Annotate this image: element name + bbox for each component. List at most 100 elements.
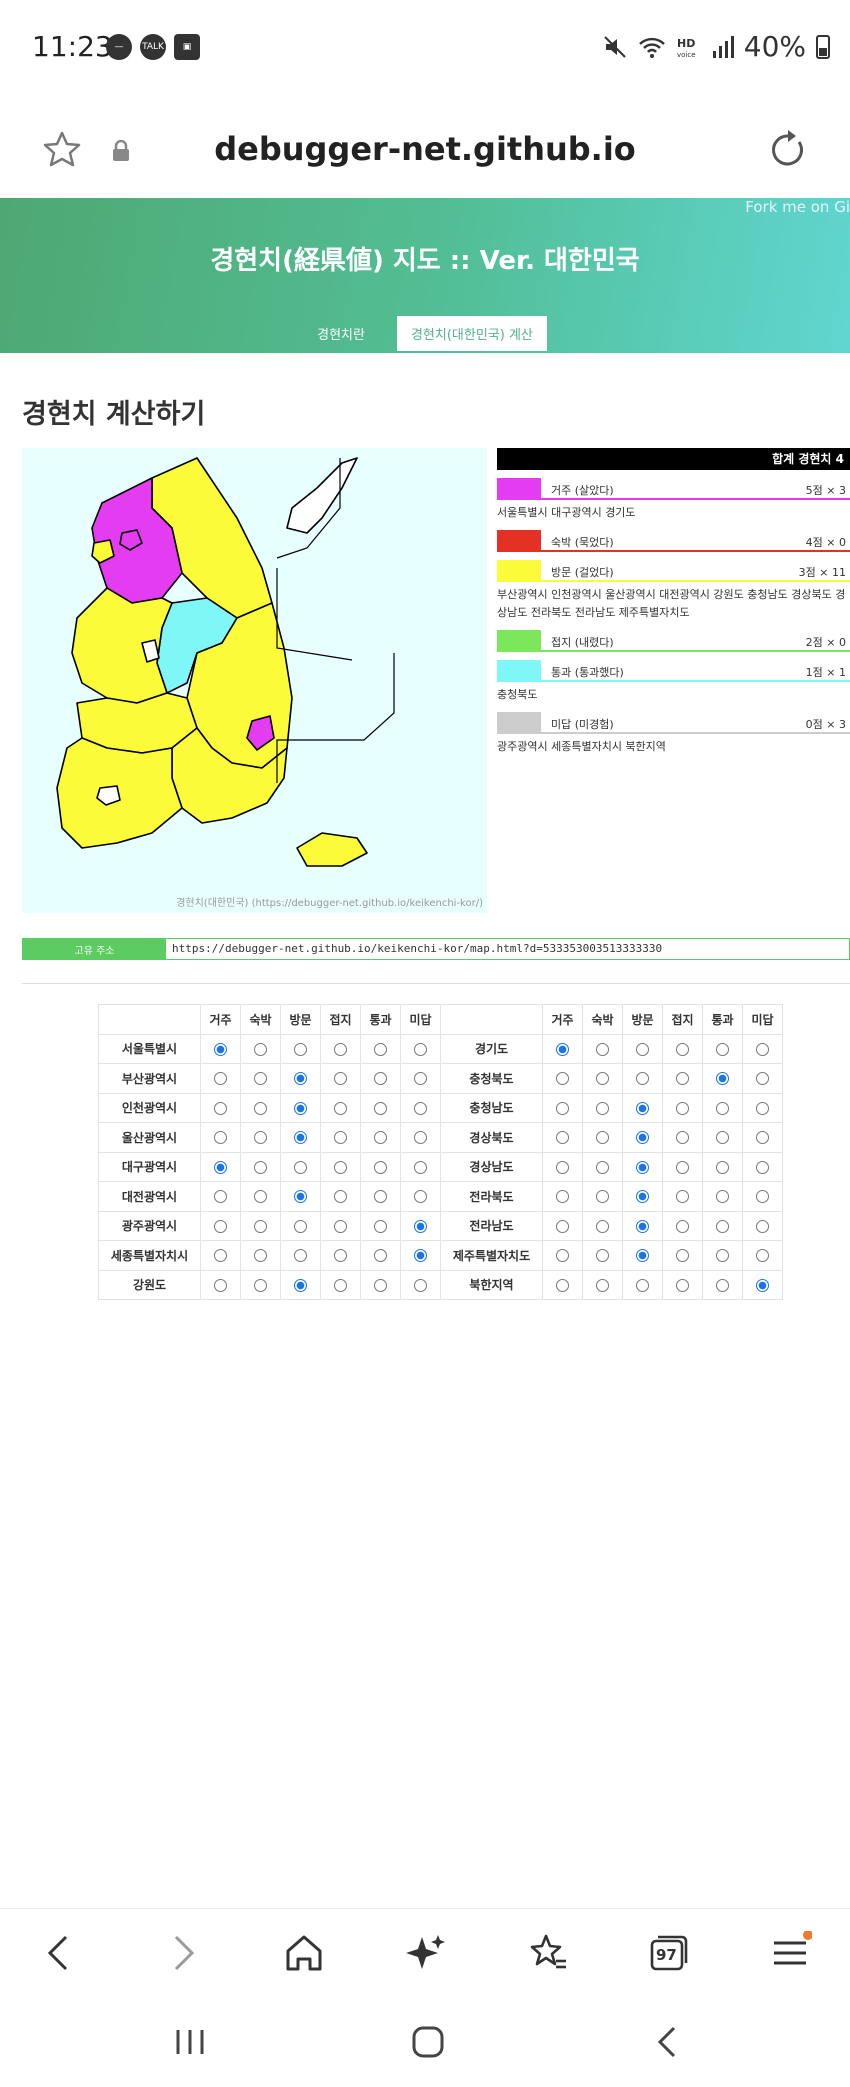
bookmarks-icon[interactable]: [526, 1931, 570, 1975]
level-radio[interactable]: [414, 1131, 427, 1145]
level-radio[interactable]: [716, 1249, 729, 1263]
level-radio[interactable]: [294, 1278, 307, 1292]
level-radio[interactable]: [254, 1278, 267, 1292]
level-radio[interactable]: [596, 1278, 609, 1292]
level-radio[interactable]: [556, 1278, 569, 1292]
level-radio[interactable]: [556, 1101, 569, 1115]
level-radio[interactable]: [756, 1101, 769, 1115]
level-radio[interactable]: [334, 1160, 347, 1174]
level-radio[interactable]: [294, 1160, 307, 1174]
level-radio[interactable]: [636, 1160, 649, 1174]
level-radio[interactable]: [214, 1278, 227, 1292]
level-radio[interactable]: [334, 1190, 347, 1204]
level-radio[interactable]: [756, 1042, 769, 1056]
level-radio[interactable]: [374, 1278, 387, 1292]
level-radio[interactable]: [414, 1190, 427, 1204]
level-radio[interactable]: [294, 1131, 307, 1145]
level-radio[interactable]: [676, 1278, 689, 1292]
level-radio[interactable]: [636, 1042, 649, 1056]
url-text[interactable]: debugger-net.github.io: [0, 130, 850, 168]
level-radio[interactable]: [636, 1219, 649, 1233]
level-radio[interactable]: [214, 1072, 227, 1086]
level-radio[interactable]: [596, 1219, 609, 1233]
level-radio[interactable]: [254, 1190, 267, 1204]
level-radio[interactable]: [294, 1042, 307, 1056]
level-radio[interactable]: [676, 1042, 689, 1056]
level-radio[interactable]: [254, 1131, 267, 1145]
level-radio[interactable]: [596, 1160, 609, 1174]
level-radio[interactable]: [334, 1072, 347, 1086]
level-radio[interactable]: [254, 1072, 267, 1086]
level-radio[interactable]: [756, 1160, 769, 1174]
back-icon[interactable]: [38, 1931, 82, 1975]
level-radio[interactable]: [334, 1131, 347, 1145]
region-jeju[interactable]: [296, 832, 368, 867]
level-radio[interactable]: [214, 1160, 227, 1174]
level-radio[interactable]: [254, 1160, 267, 1174]
level-radio[interactable]: [676, 1190, 689, 1204]
level-radio[interactable]: [214, 1042, 227, 1056]
level-radio[interactable]: [676, 1160, 689, 1174]
level-radio[interactable]: [756, 1190, 769, 1204]
level-radio[interactable]: [414, 1249, 427, 1263]
level-radio[interactable]: [596, 1072, 609, 1086]
level-radio[interactable]: [334, 1249, 347, 1263]
home-icon[interactable]: [282, 1931, 326, 1975]
level-radio[interactable]: [374, 1072, 387, 1086]
level-radio[interactable]: [756, 1131, 769, 1145]
forward-icon[interactable]: [160, 1931, 204, 1975]
level-radio[interactable]: [556, 1249, 569, 1263]
sparkle-icon[interactable]: [404, 1931, 448, 1975]
level-radio[interactable]: [596, 1131, 609, 1145]
level-radio[interactable]: [676, 1249, 689, 1263]
level-radio[interactable]: [254, 1042, 267, 1056]
level-radio[interactable]: [294, 1101, 307, 1115]
level-radio[interactable]: [636, 1190, 649, 1204]
level-radio[interactable]: [756, 1278, 769, 1292]
level-radio[interactable]: [636, 1101, 649, 1115]
level-radio[interactable]: [374, 1249, 387, 1263]
back-nav-icon[interactable]: [648, 2024, 688, 2060]
level-radio[interactable]: [716, 1072, 729, 1086]
level-radio[interactable]: [254, 1249, 267, 1263]
level-radio[interactable]: [676, 1101, 689, 1115]
level-radio[interactable]: [636, 1131, 649, 1145]
level-radio[interactable]: [254, 1219, 267, 1233]
level-radio[interactable]: [334, 1042, 347, 1056]
level-radio[interactable]: [556, 1190, 569, 1204]
level-radio[interactable]: [214, 1219, 227, 1233]
fork-ribbon-link[interactable]: Fork me on Gi: [745, 198, 850, 216]
tab-about[interactable]: 경현치란: [303, 316, 379, 351]
level-radio[interactable]: [374, 1219, 387, 1233]
level-radio[interactable]: [716, 1042, 729, 1056]
level-radio[interactable]: [596, 1101, 609, 1115]
level-radio[interactable]: [334, 1219, 347, 1233]
level-radio[interactable]: [716, 1219, 729, 1233]
level-radio[interactable]: [716, 1190, 729, 1204]
region-jeonnam[interactable]: [56, 737, 183, 849]
level-radio[interactable]: [556, 1131, 569, 1145]
level-radio[interactable]: [716, 1278, 729, 1292]
level-radio[interactable]: [294, 1249, 307, 1263]
level-radio[interactable]: [414, 1042, 427, 1056]
level-radio[interactable]: [374, 1131, 387, 1145]
region-north-korea[interactable]: [286, 457, 358, 534]
level-radio[interactable]: [214, 1131, 227, 1145]
level-radio[interactable]: [214, 1249, 227, 1263]
level-radio[interactable]: [716, 1131, 729, 1145]
level-radio[interactable]: [676, 1131, 689, 1145]
permalink-url-field[interactable]: https://debugger-net.github.io/keikenchi…: [166, 939, 849, 959]
level-radio[interactable]: [414, 1160, 427, 1174]
level-radio[interactable]: [596, 1042, 609, 1056]
level-radio[interactable]: [254, 1101, 267, 1115]
reload-icon[interactable]: [766, 128, 810, 172]
level-radio[interactable]: [596, 1249, 609, 1263]
level-radio[interactable]: [214, 1190, 227, 1204]
level-radio[interactable]: [374, 1160, 387, 1174]
home-nav-icon[interactable]: [408, 2024, 448, 2060]
level-radio[interactable]: [294, 1219, 307, 1233]
level-radio[interactable]: [716, 1101, 729, 1115]
level-radio[interactable]: [374, 1042, 387, 1056]
level-radio[interactable]: [676, 1072, 689, 1086]
level-radio[interactable]: [334, 1101, 347, 1115]
